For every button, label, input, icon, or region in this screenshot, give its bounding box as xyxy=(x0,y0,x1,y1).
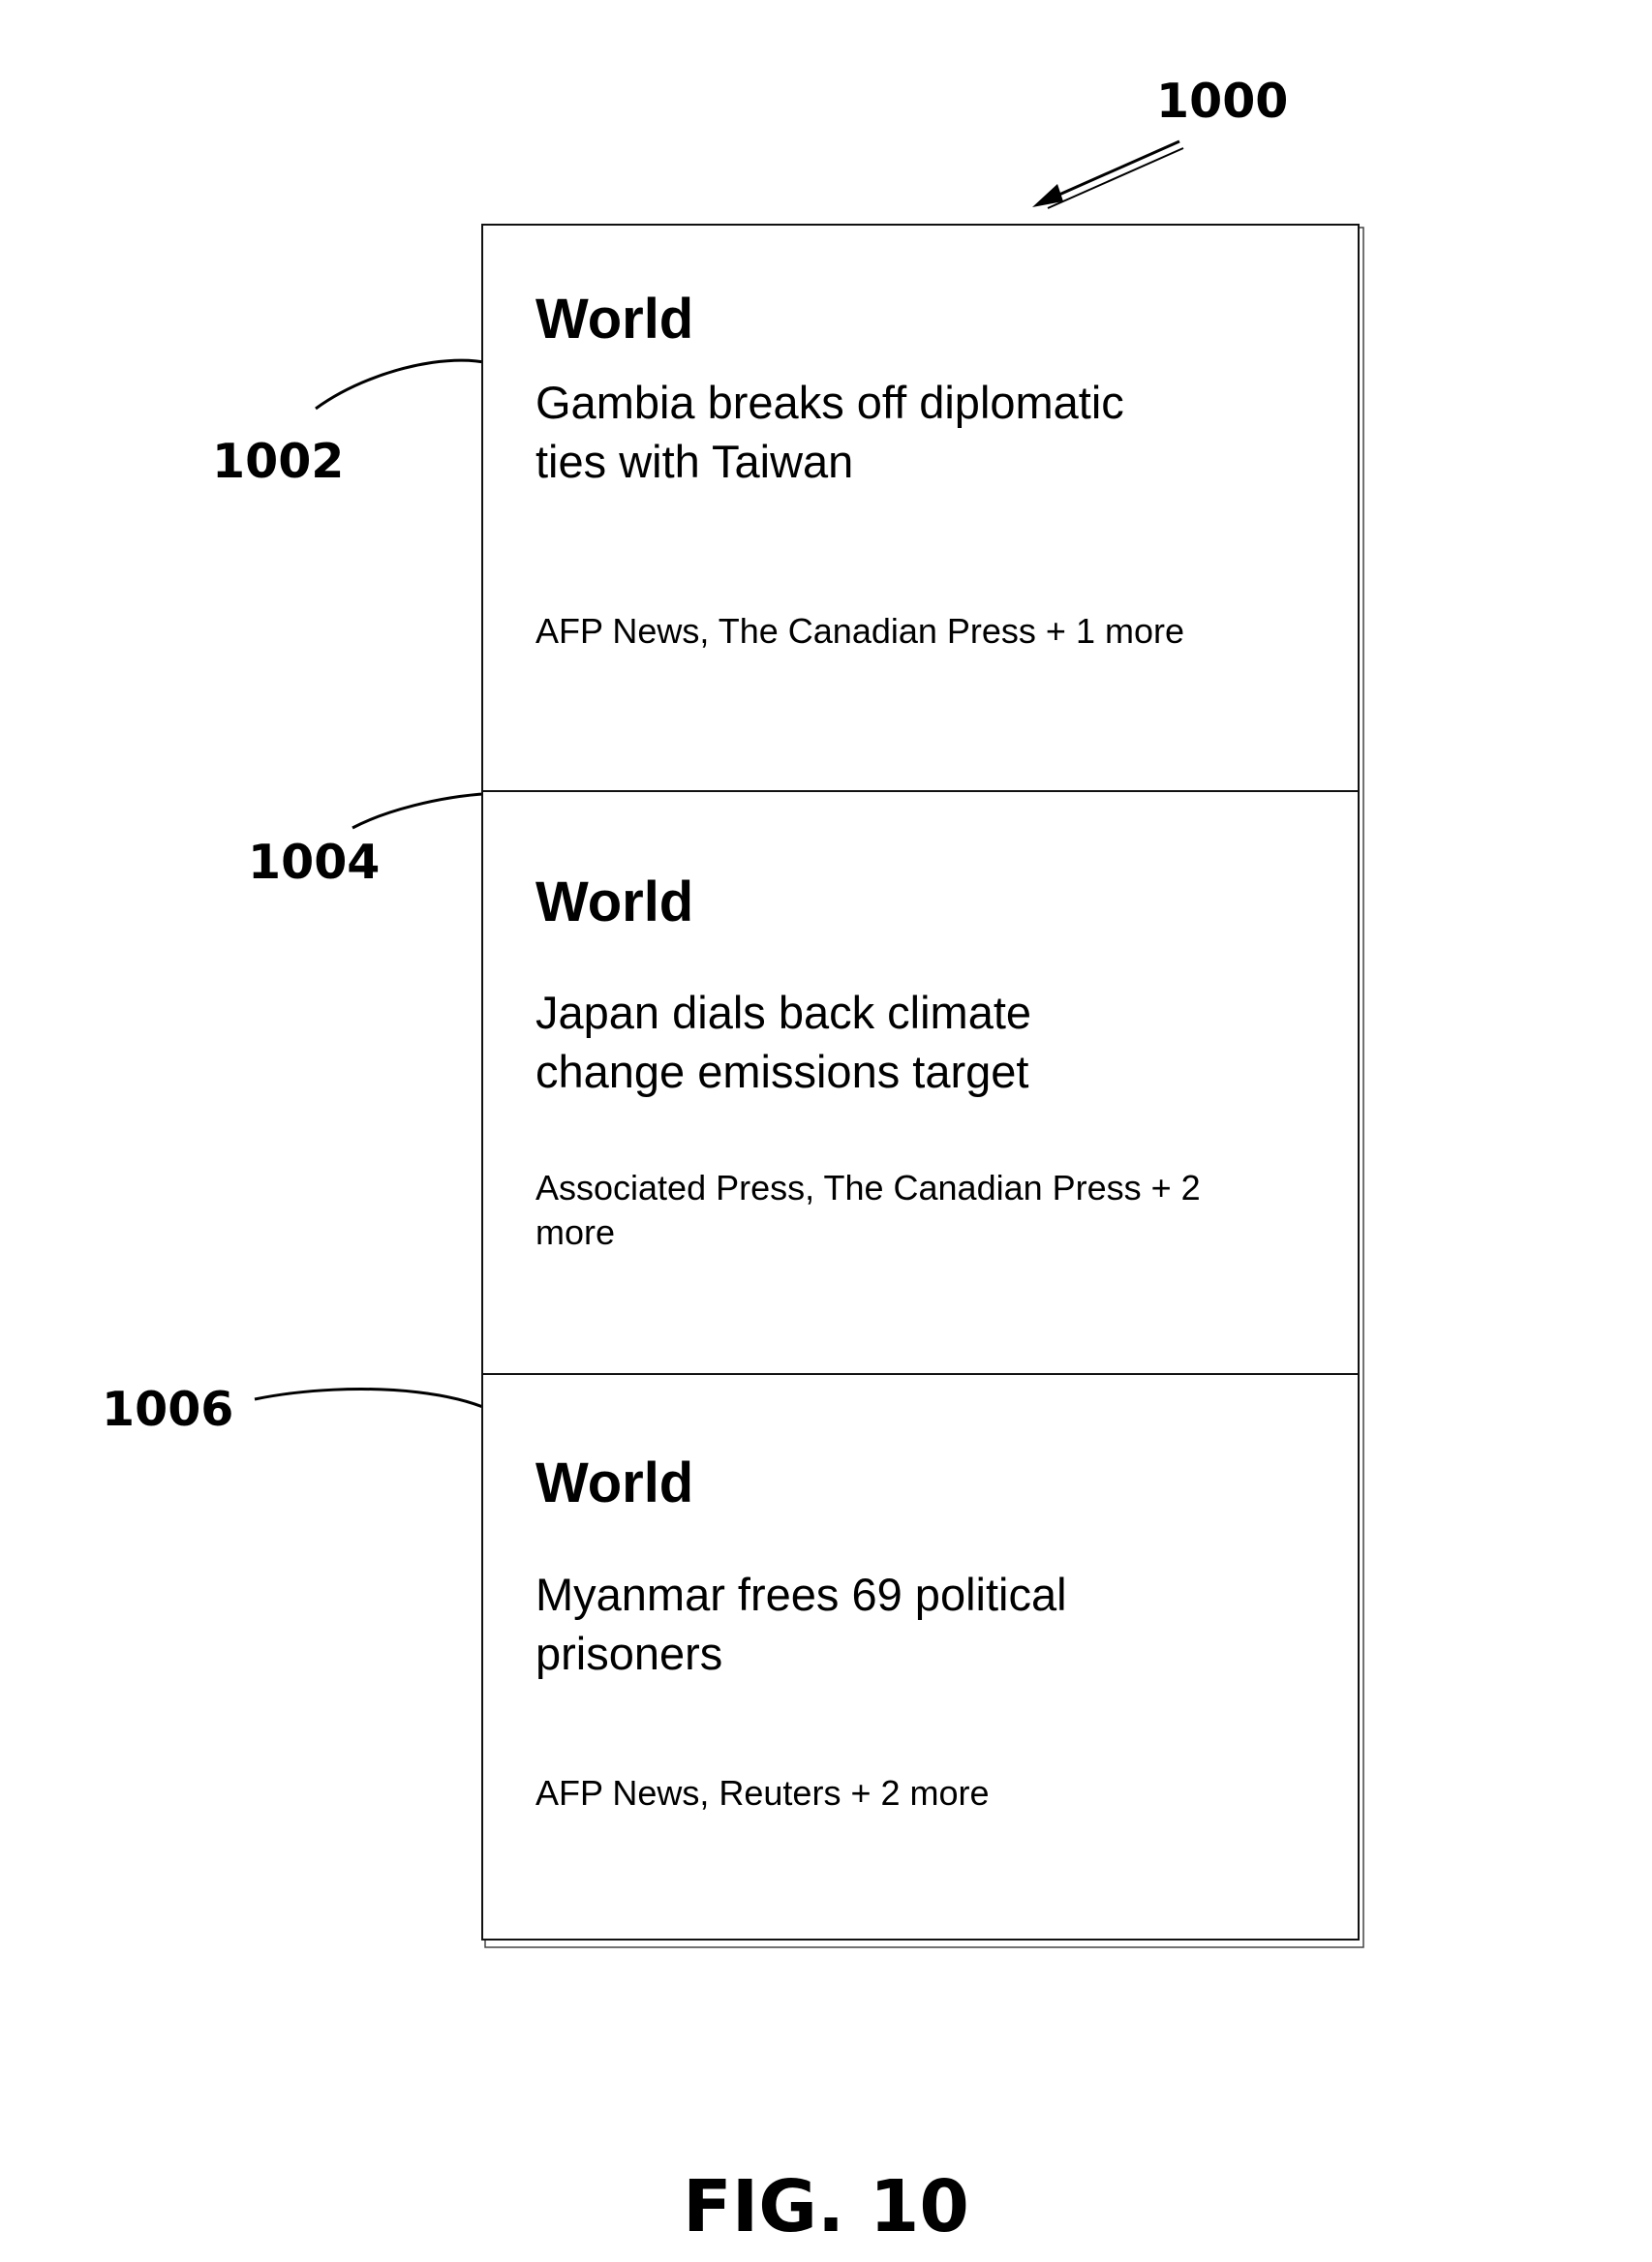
ref-label-1004: 1004 xyxy=(248,839,380,886)
card-sources: AFP News, The Canadian Press + 1 more xyxy=(535,609,1233,654)
news-card-2[interactable]: World Japan dials back climate change em… xyxy=(481,790,1360,1375)
card-headline[interactable]: Myanmar frees 69 political prisoners xyxy=(535,1565,1155,1683)
card-headline[interactable]: Gambia breaks off diplomatic ties with T… xyxy=(535,373,1155,491)
ref-label-1006: 1006 xyxy=(102,1386,233,1433)
card-sources: AFP News, Reuters + 2 more xyxy=(535,1771,1233,1816)
card-category: World xyxy=(535,291,693,348)
figure-caption: FIG. 10 xyxy=(0,2171,1652,2243)
news-card-3[interactable]: World Myanmar frees 69 political prisone… xyxy=(481,1373,1360,1941)
card-category: World xyxy=(535,1455,693,1512)
news-card-1[interactable]: World Gambia breaks off diplomatic ties … xyxy=(481,224,1360,792)
ref-1000-leader xyxy=(1044,141,1179,201)
ref-1000-leader-shadow xyxy=(1048,148,1183,208)
ref-label-1002: 1002 xyxy=(212,438,344,485)
card-sources: Associated Press, The Canadian Press + 2… xyxy=(535,1166,1233,1255)
card-headline[interactable]: Japan dials back climate change emission… xyxy=(535,983,1155,1101)
card-category: World xyxy=(535,874,693,931)
ref-label-1000: 1000 xyxy=(1156,77,1288,125)
